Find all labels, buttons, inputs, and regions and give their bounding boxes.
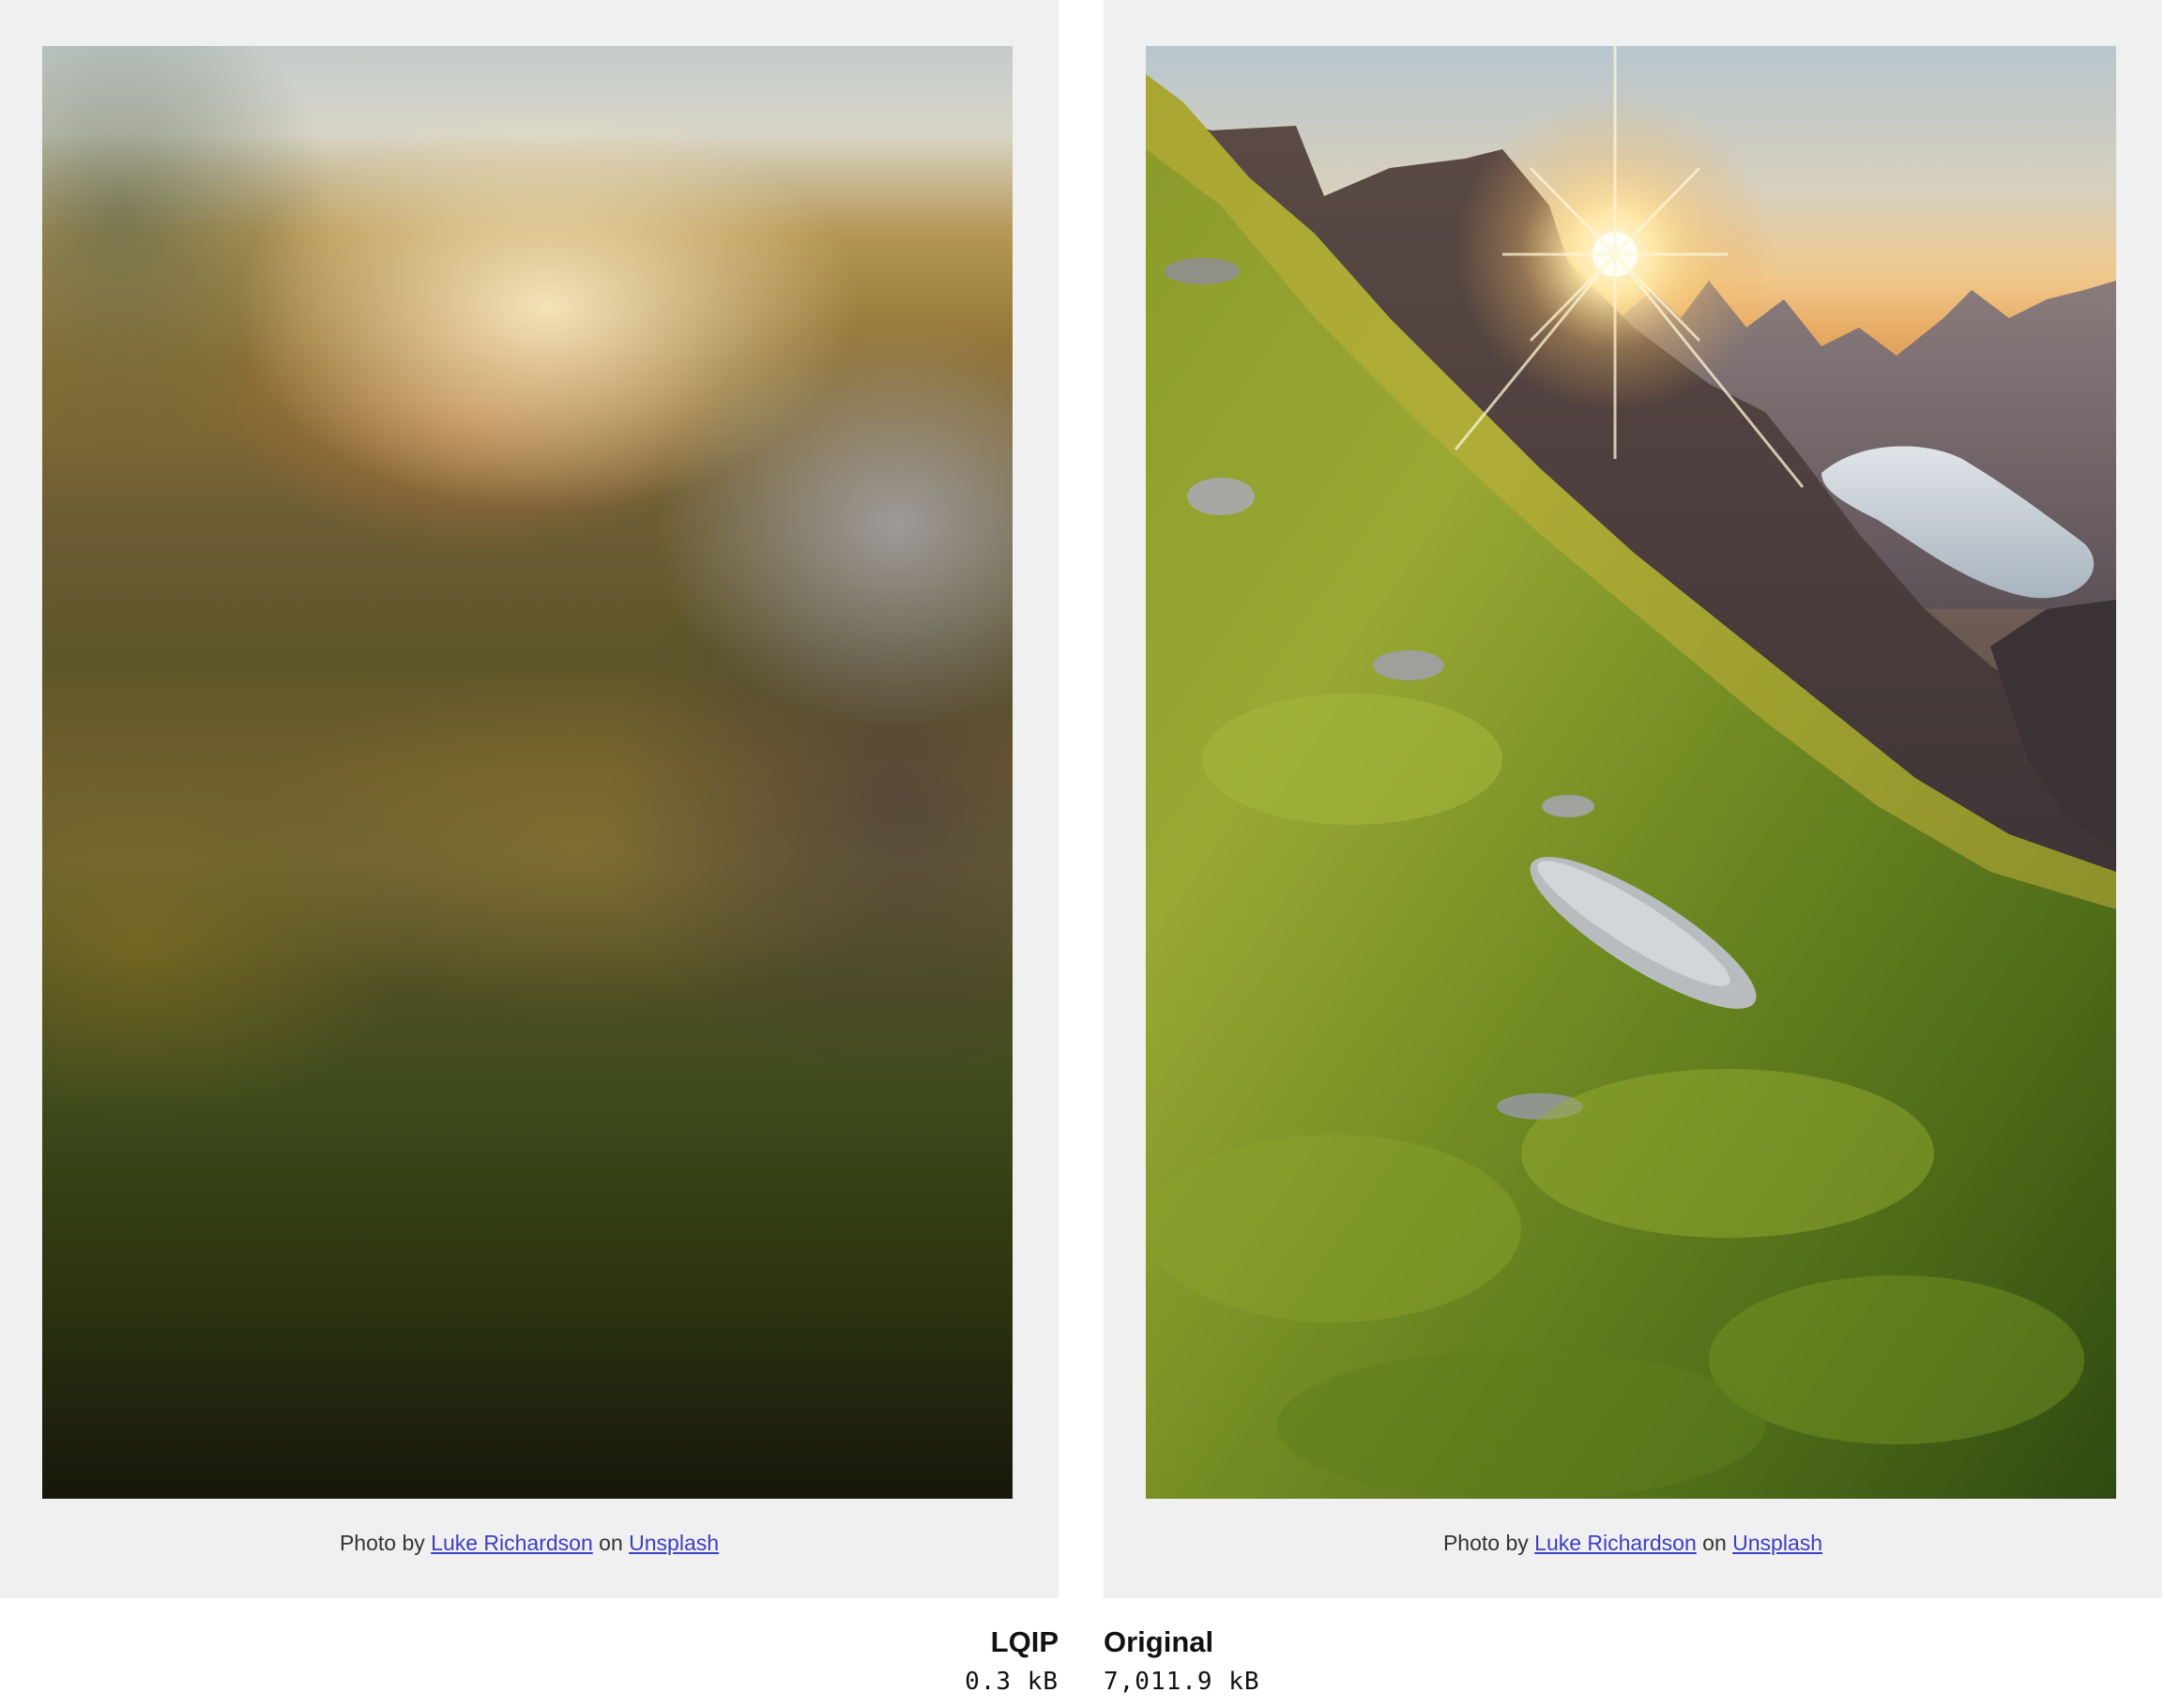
- credit-prefix: Photo by: [339, 1531, 425, 1555]
- original-panel: Photo by Luke Richardson on Unsplash: [1104, 0, 2162, 1598]
- original-file-size: 7,011.9 kB: [1104, 1668, 1260, 1696]
- lqip-photo-credit: Photo by Luke Richardson on Unsplash: [0, 1529, 1059, 1557]
- credit-prefix: Photo by: [1442, 1531, 1529, 1555]
- lqip-title: LQIP: [990, 1625, 1059, 1658]
- unsplash-link[interactable]: Unsplash: [1732, 1531, 1822, 1555]
- original-label: Original 7,011.9 kB: [1104, 1624, 1260, 1699]
- credit-middle: on: [599, 1531, 623, 1555]
- lqip-label: LQIP 0.3 kB: [965, 1624, 1059, 1699]
- original-photo: [1146, 46, 2116, 1499]
- original-photo-credit: Photo by Luke Richardson on Unsplash: [1104, 1529, 2162, 1557]
- photographer-link[interactable]: Luke Richardson: [431, 1531, 593, 1555]
- lqip-file-size: 0.3 kB: [965, 1668, 1059, 1696]
- original-title: Original: [1104, 1625, 1214, 1658]
- credit-middle: on: [1702, 1531, 1727, 1555]
- lqip-blurred-photo: [42, 46, 1013, 1499]
- photographer-link[interactable]: Luke Richardson: [1534, 1531, 1697, 1555]
- lqip-panel: Photo by Luke Richardson on Unsplash: [0, 0, 1059, 1598]
- unsplash-link[interactable]: Unsplash: [629, 1531, 719, 1555]
